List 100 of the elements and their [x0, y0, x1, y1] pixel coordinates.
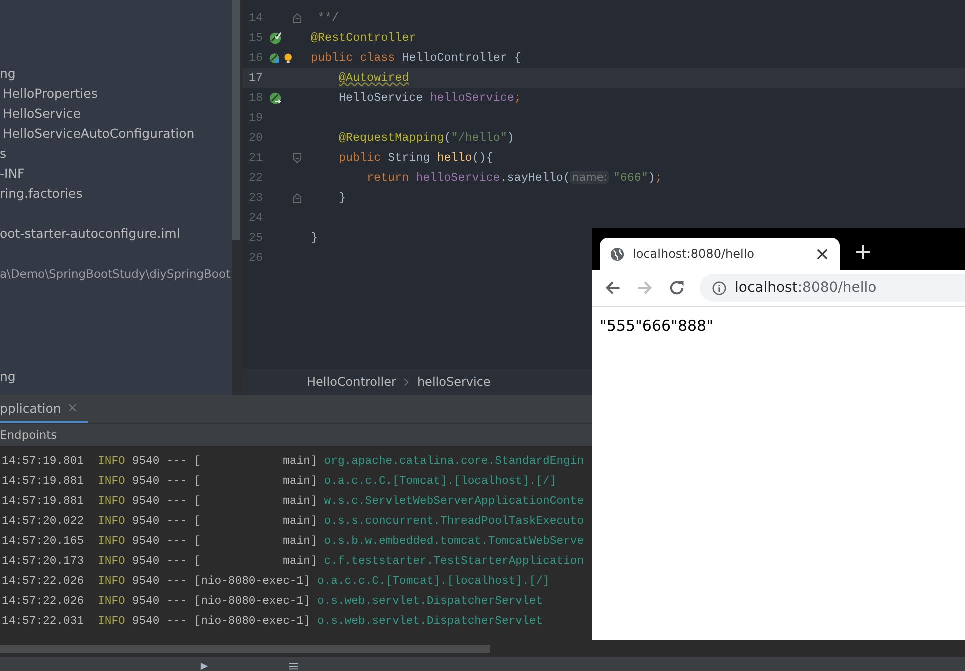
bean-arrow-icon[interactable]	[269, 92, 282, 104]
endpoints-tab[interactable]: Endpoints	[0, 428, 58, 442]
log-level: INFO	[98, 515, 126, 530]
log-level: INFO	[98, 455, 126, 470]
line-number: 14	[248, 10, 263, 27]
tree-item[interactable]: HelloService	[3, 106, 81, 121]
log-pid: 9540	[132, 455, 160, 470]
bean-check-icon[interactable]	[269, 32, 282, 44]
log-time: 14:57:22.026	[2, 575, 84, 590]
line-number: 18	[248, 90, 263, 107]
log-pid: 9540	[132, 535, 160, 550]
line-number: 20	[248, 130, 263, 147]
log-logger: o.s.b.w.embedded.tomcat.TomcatWebServe	[324, 534, 584, 550]
log-pid: 9540	[132, 515, 160, 530]
tree-item[interactable]: oot-starter-autoconfigure.iml	[0, 226, 180, 241]
tree-item[interactable]: ng	[0, 66, 16, 81]
code-annotation: @RestController	[311, 31, 416, 45]
log-pid: 9540	[132, 575, 160, 590]
log-separator: ---	[166, 575, 188, 590]
list-icon[interactable]	[289, 662, 298, 671]
log-logger: org.apache.catalina.core.StandardEngin	[324, 454, 584, 470]
log-time: 14:57:19.881	[2, 495, 84, 510]
fold-start-icon[interactable]	[293, 152, 302, 164]
fold-end-icon[interactable]	[293, 12, 302, 24]
log-level: INFO	[98, 535, 126, 550]
address-bar[interactable]: localhost:8080/hello	[700, 274, 965, 302]
tree-item[interactable]: s	[0, 146, 7, 161]
code-string: "/hello"	[451, 131, 508, 145]
code-text: (	[444, 131, 452, 145]
code-annotation: @Autowired	[339, 71, 410, 85]
code-field: helloService	[430, 91, 514, 105]
play-icon[interactable]	[200, 662, 209, 671]
tree-item[interactable]: ng	[0, 369, 16, 384]
back-icon[interactable]	[604, 279, 622, 297]
log-logger: o.s.web.servlet.DispatcherServlet	[317, 594, 544, 610]
project-path: a\Demo\SpringBootStudy\diySpringBoot	[0, 267, 231, 281]
log-thread: [ main]	[194, 494, 318, 510]
scrollbar[interactable]	[0, 645, 490, 653]
log-thread: [ main]	[194, 554, 318, 570]
log-thread: [ main]	[194, 454, 318, 470]
log-level: INFO	[98, 555, 126, 570]
code-text: )	[648, 171, 656, 185]
log-level: INFO	[98, 595, 126, 610]
parameter-hint: name:	[570, 171, 610, 184]
breadcrumb-item[interactable]: helloService	[417, 375, 491, 389]
log-logger: c.f.teststarter.TestStarterApplication	[324, 554, 584, 570]
log-logger: o.a.c.c.C.[Tomcat].[localhost].[/]	[317, 574, 550, 590]
code-text: }	[339, 191, 346, 205]
log-separator: ---	[166, 475, 188, 490]
log-level: INFO	[98, 615, 126, 630]
log-pid: 9540	[132, 495, 160, 510]
browser-tab[interactable]: localhost:8080/hello ×	[600, 238, 840, 270]
log-level: INFO	[98, 575, 126, 590]
log-thread: [nio-8080-exec-1]	[194, 614, 310, 630]
code-annotation: @RequestMapping	[339, 131, 444, 145]
code-text: )	[507, 131, 514, 145]
log-separator: ---	[166, 595, 188, 610]
code-comment: **/	[317, 11, 340, 25]
log-pid: 9540	[132, 555, 160, 570]
log-thread: [nio-8080-exec-1]	[194, 594, 310, 610]
line-number: 17	[248, 70, 263, 87]
tree-item[interactable]: HelloServiceAutoConfiguration	[3, 126, 195, 141]
log-logger: w.s.c.ServletWebServerApplicationConte	[324, 494, 584, 510]
code-text: HelloService	[339, 91, 424, 105]
log-time: 14:57:20.022	[2, 515, 84, 530]
log-time: 14:57:19.801	[2, 455, 84, 470]
log-time: 14:57:20.165	[2, 535, 84, 550]
line-number: 22	[248, 170, 263, 187]
run-tab-label[interactable]: pplication	[0, 400, 62, 416]
code-text: (){	[472, 151, 494, 165]
line-number: 19	[248, 110, 263, 127]
close-icon[interactable]: ×	[814, 244, 830, 264]
log-separator: ---	[166, 615, 188, 630]
log-separator: ---	[166, 515, 188, 530]
tree-item[interactable]: -INF	[0, 166, 25, 181]
code-field: helloService	[416, 171, 500, 185]
log-level: INFO	[98, 475, 126, 490]
reload-icon[interactable]	[668, 279, 686, 297]
new-tab-button[interactable]: +	[854, 240, 872, 266]
breadcrumb-item[interactable]: HelloController	[307, 375, 396, 389]
log-time: 14:57:22.026	[2, 595, 84, 610]
code-keyword: ;	[655, 171, 662, 185]
log-level: INFO	[98, 495, 126, 510]
lightbulb-icon[interactable]	[284, 52, 293, 64]
code-keyword: ;	[514, 91, 522, 105]
tree-item[interactable]: HelloProperties	[3, 86, 98, 101]
log-logger: o.a.c.c.C.[Tomcat].[localhost].[/]	[324, 474, 557, 490]
response-text: "555"666"888"	[600, 317, 714, 335]
line-number: 15	[248, 30, 263, 47]
log-pid: 9540	[132, 615, 160, 630]
scrollbar[interactable]	[232, 0, 240, 240]
code-string: "666"	[613, 171, 648, 185]
bean-globe-icon[interactable]	[269, 52, 280, 64]
tab-title: localhost:8080/hello	[633, 247, 756, 261]
info-icon[interactable]	[712, 280, 727, 296]
tree-item[interactable]: ring.factories	[0, 186, 83, 201]
log-thread: [nio-8080-exec-1]	[194, 574, 310, 590]
fold-end-icon[interactable]	[293, 192, 302, 204]
log-pid: 9540	[132, 475, 160, 490]
log-time: 14:57:19.881	[2, 475, 84, 490]
